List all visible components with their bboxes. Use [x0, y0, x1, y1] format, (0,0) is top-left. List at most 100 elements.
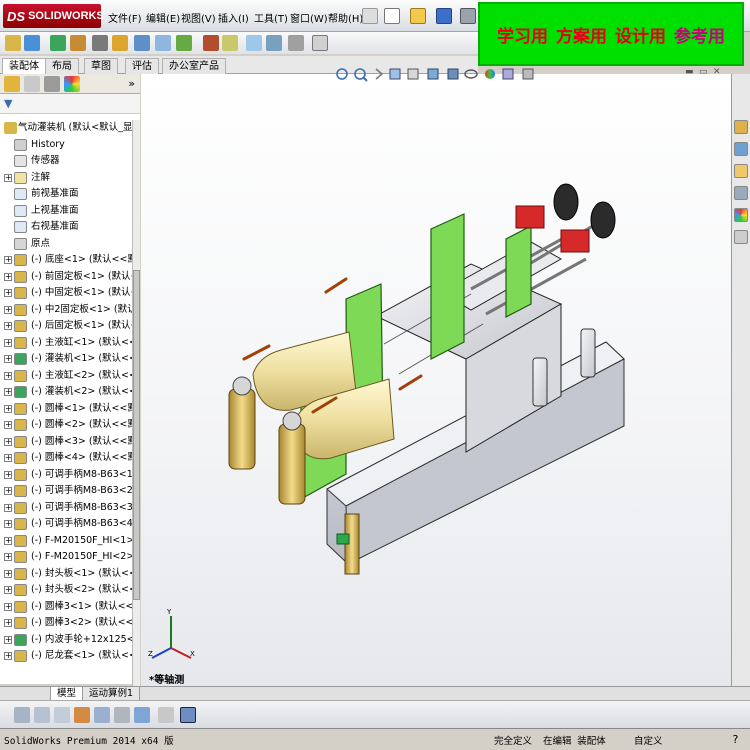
- tree-row[interactable]: + (-) F-M20150F_HI<2> (默: [0, 549, 132, 566]
- tree-row[interactable]: + (-) 可调手柄M8-B63<2> (: [0, 483, 132, 500]
- tree-row[interactable]: + (-) F-M20150F_HI<1> (默: [0, 533, 132, 550]
- expand-icon[interactable]: +: [4, 470, 12, 479]
- tree-row[interactable]: 右视基准面: [0, 219, 132, 236]
- expand-icon[interactable]: +: [4, 272, 12, 281]
- expand-icon[interactable]: +: [4, 619, 12, 627]
- expand-icon[interactable]: +: [4, 569, 12, 578]
- expand-icon[interactable]: +: [4, 487, 12, 495]
- expand-panel-icon[interactable]: »: [128, 77, 135, 90]
- expand-icon[interactable]: +: [4, 173, 12, 182]
- expand-icon[interactable]: +: [4, 503, 12, 512]
- scrollbar-thumb[interactable]: [133, 270, 140, 600]
- expand-icon[interactable]: +: [4, 355, 12, 363]
- mate-icon[interactable]: [50, 35, 66, 51]
- linear-pattern-icon[interactable]: [70, 35, 86, 51]
- explode-line-sketch-icon[interactable]: [266, 35, 282, 51]
- display-manager-tab-icon[interactable]: [64, 76, 80, 92]
- tab-sketch[interactable]: 草图: [84, 58, 118, 74]
- open-folder-icon[interactable]: [410, 8, 426, 24]
- bill-of-materials-icon[interactable]: [222, 35, 238, 51]
- new-motion-study-icon[interactable]: [203, 35, 219, 51]
- tree-row[interactable]: + (-) 封头板<1> (默认<<默: [0, 566, 132, 583]
- expand-icon[interactable]: +: [4, 371, 12, 380]
- tab-evaluate[interactable]: 评估: [125, 58, 159, 74]
- toolbar-icon-2[interactable]: [34, 707, 50, 723]
- expand-icon[interactable]: +: [4, 289, 12, 297]
- expand-icon[interactable]: +: [4, 305, 12, 314]
- tree-row[interactable]: + (-) 圆棒<2> (默认<<默: [0, 417, 132, 434]
- expand-icon[interactable]: +: [4, 338, 12, 347]
- menu-file[interactable]: 文件(F): [108, 10, 142, 25]
- tree-row[interactable]: + (-) 中固定板<1> (默认<<: [0, 285, 132, 302]
- toolbar-icon-5[interactable]: [94, 707, 110, 723]
- view-palette-icon[interactable]: [734, 186, 748, 200]
- expand-icon[interactable]: +: [4, 553, 12, 561]
- expand-icon[interactable]: +: [4, 652, 12, 660]
- tree-row[interactable]: + (-) 中2固定板<1> (默认<: [0, 302, 132, 319]
- toolbar-icon-3[interactable]: [54, 707, 70, 723]
- tree-row[interactable]: 上视基准面: [0, 203, 132, 220]
- expand-icon[interactable]: +: [4, 421, 12, 429]
- tree-row[interactable]: + (-) 灌装机<2> (默认<<默: [0, 384, 132, 401]
- reference-geometry-icon[interactable]: [176, 35, 192, 51]
- menu-window[interactable]: 窗口(W): [290, 10, 328, 25]
- show-hidden-icon[interactable]: [134, 35, 150, 51]
- expand-icon[interactable]: +: [4, 520, 12, 528]
- smart-fasteners-icon[interactable]: [92, 35, 108, 51]
- tree-row[interactable]: + (-) 可调手柄M8-B63<4> (: [0, 516, 132, 533]
- tree-row[interactable]: + (-) 主液缸<2> (默认<<默: [0, 368, 132, 385]
- tree-row[interactable]: + 注解: [0, 170, 132, 187]
- expand-icon[interactable]: +: [4, 536, 12, 545]
- menu-tools[interactable]: 工具(T): [254, 10, 288, 25]
- tree-row[interactable]: + (-) 后固定板<1> (默认<<: [0, 318, 132, 335]
- menu-view[interactable]: 视图(V): [181, 10, 216, 25]
- tree-row[interactable]: + (-) 封头板<2> (默认<<默: [0, 582, 132, 599]
- tree-row[interactable]: 原点: [0, 236, 132, 253]
- toolbar-icon-4[interactable]: [74, 707, 90, 723]
- expand-icon[interactable]: +: [4, 586, 12, 594]
- units-custom[interactable]: 自定义: [634, 733, 663, 747]
- menu-insert[interactable]: 插入(I): [218, 10, 249, 25]
- expand-icon[interactable]: +: [4, 388, 12, 396]
- feature-manager-tab-icon[interactable]: [4, 76, 20, 92]
- expand-icon[interactable]: +: [4, 437, 12, 446]
- tab-model[interactable]: 模型: [50, 687, 84, 701]
- toolbar-icon-9[interactable]: [180, 707, 196, 723]
- new-document-icon[interactable]: [384, 8, 400, 24]
- interference-detection-icon[interactable]: [288, 35, 304, 51]
- file-explorer-icon[interactable]: [734, 164, 748, 178]
- expand-icon[interactable]: +: [4, 635, 12, 644]
- tab-motion-study-1[interactable]: 运动算例1: [82, 687, 141, 701]
- tree-row[interactable]: + (-) 圆棒3<2> (默认<<默认: [0, 615, 132, 632]
- tree-row[interactable]: + (-) 前固定板<1> (默认<<: [0, 269, 132, 286]
- tree-row[interactable]: + (-) 主液缸<1> (默认<<默: [0, 335, 132, 352]
- tree-scrollbar[interactable]: [132, 120, 140, 730]
- configuration-manager-tab-icon[interactable]: [44, 76, 60, 92]
- pin-icon[interactable]: [362, 8, 378, 24]
- appearances-icon[interactable]: [734, 208, 748, 222]
- tab-office-products[interactable]: 办公室产品: [162, 58, 226, 74]
- tab-layout[interactable]: 布局: [45, 58, 79, 74]
- tree-row[interactable]: + (-) 圆棒<1> (默认<<默: [0, 401, 132, 418]
- solidworks-resources-icon[interactable]: [734, 120, 748, 134]
- toolbar-icon-6[interactable]: [114, 707, 130, 723]
- tree-row[interactable]: + (-) 可调手柄M8-B63<3> (: [0, 500, 132, 517]
- menu-edit[interactable]: 编辑(E): [146, 10, 180, 25]
- instant3d-icon[interactable]: [312, 35, 328, 51]
- tree-row[interactable]: + (-) 圆棒<3> (默认<<默: [0, 434, 132, 451]
- insert-component-icon[interactable]: [24, 35, 40, 51]
- property-manager-tab-icon[interactable]: [24, 76, 40, 92]
- tree-row[interactable]: + (-) 底座<1> (默认<<默认: [0, 252, 132, 269]
- expand-icon[interactable]: +: [4, 602, 12, 611]
- tree-row[interactable]: + (-) 内波手轮+12x125<1> (: [0, 632, 132, 649]
- tree-row[interactable]: 传感器: [0, 153, 132, 170]
- tree-row[interactable]: History: [0, 137, 132, 154]
- graphics-area[interactable]: ▬ ▭ ✕ Y X Z *等轴测: [141, 67, 731, 686]
- tree-row[interactable]: + (-) 尼龙套<1> (默认<<默: [0, 648, 132, 665]
- custom-properties-icon[interactable]: [734, 230, 748, 244]
- toolbar-icon-7[interactable]: [134, 707, 150, 723]
- expand-icon[interactable]: +: [4, 322, 12, 330]
- design-library-icon[interactable]: [734, 142, 748, 156]
- tree-root[interactable]: 气动灌装机 (默认<默认_显示: [0, 120, 132, 137]
- filter-icon[interactable]: ▼: [4, 97, 12, 110]
